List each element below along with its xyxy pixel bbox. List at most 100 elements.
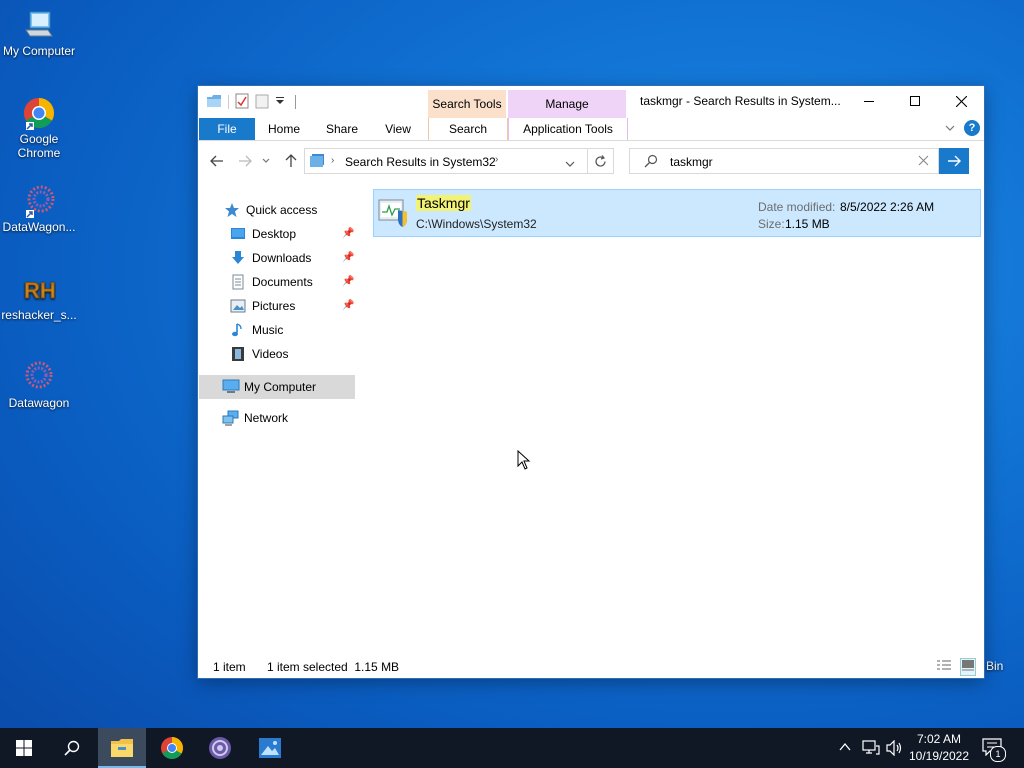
address-dropdown-button[interactable] xyxy=(565,157,575,171)
network-icon xyxy=(222,410,239,426)
status-bar: 1 item 1 item selected 1.15 MB xyxy=(198,656,984,678)
refresh-icon xyxy=(595,154,606,167)
tab-file[interactable]: File xyxy=(199,118,255,140)
separator xyxy=(228,95,229,109)
file-name: Taskmgr xyxy=(416,195,471,211)
search-input[interactable]: taskmgr xyxy=(670,155,713,169)
desktop-icon-label: reshacker_s... xyxy=(1,308,77,322)
tab-search-tools-header: Search Tools xyxy=(428,90,506,118)
properties-icon[interactable] xyxy=(235,93,249,112)
film-icon xyxy=(230,346,246,362)
taskbar-app[interactable] xyxy=(196,728,244,768)
nav-item-pictures[interactable]: Pictures xyxy=(230,295,295,317)
forward-button[interactable] xyxy=(236,152,254,170)
search-icon xyxy=(64,740,80,756)
nav-item-label: Pictures xyxy=(252,299,296,313)
desktop-icon-my-computer[interactable]: My Computer xyxy=(0,8,78,58)
nav-item-network[interactable]: Network xyxy=(222,407,288,429)
refresh-button[interactable] xyxy=(588,148,614,174)
taskbar: 7:02 AM 10/19/2022 1 xyxy=(0,728,1024,768)
desktop-icon-datawagon[interactable]: Datawagon xyxy=(0,360,78,410)
up-arrow-icon xyxy=(285,154,297,167)
tab-home[interactable]: Home xyxy=(260,118,308,140)
search-go-button[interactable] xyxy=(939,148,969,174)
nav-item-label: Documents xyxy=(252,275,313,289)
nav-item-label: Network xyxy=(244,411,289,425)
taskbar-photos[interactable] xyxy=(246,728,294,768)
file-list: Taskmgr C:\Windows\System32 Date modifie… xyxy=(372,189,984,659)
taskbar-file-explorer[interactable] xyxy=(98,728,146,768)
clear-search-button[interactable] xyxy=(918,155,929,169)
separator xyxy=(295,95,296,109)
navigation-bar: › Search Results in System32 › taskmgr xyxy=(198,146,984,176)
desktop-icon-google-chrome[interactable]: Google Chrome xyxy=(0,96,78,160)
clock[interactable]: 7:02 AM 10/19/2022 xyxy=(904,732,974,763)
nav-item-downloads[interactable]: Downloads xyxy=(230,247,311,269)
expand-ribbon-icon[interactable] xyxy=(944,122,958,136)
computer-icon xyxy=(222,379,240,395)
nav-item-my-computer[interactable]: My Computer xyxy=(222,376,316,398)
pin-icon[interactable]: 📌 xyxy=(342,253,354,263)
close-icon xyxy=(918,155,929,166)
folder-icon[interactable] xyxy=(206,94,222,111)
minimize-button[interactable] xyxy=(846,86,892,116)
pin-icon[interactable]: 📌 xyxy=(342,229,354,239)
pin-icon[interactable]: 📌 xyxy=(342,301,354,311)
list-item[interactable]: Taskmgr C:\Windows\System32 Date modifie… xyxy=(373,189,981,237)
start-button[interactable] xyxy=(0,728,48,768)
tab-view[interactable]: View xyxy=(374,118,422,140)
help-icon[interactable]: ? xyxy=(964,120,980,136)
forward-arrow-icon xyxy=(239,155,252,167)
address-bar[interactable]: › Search Results in System32 › xyxy=(304,148,588,174)
pin-icon[interactable]: 📌 xyxy=(342,277,354,287)
desktop-icon-reshacker[interactable]: RH reshacker_s... xyxy=(0,272,78,322)
large-icons-view-button[interactable] xyxy=(960,658,976,676)
search-button[interactable] xyxy=(48,728,96,768)
nav-item-label: Videos xyxy=(252,347,289,361)
search-box[interactable]: taskmgr xyxy=(629,148,939,174)
svg-text:RH: RH xyxy=(24,278,56,303)
nav-item-music[interactable]: Music xyxy=(230,319,283,341)
recent-locations-button[interactable] xyxy=(260,152,272,170)
size-value: 1.15 MB xyxy=(785,217,830,231)
tab-manage-header: Manage xyxy=(508,90,626,118)
desktop-icon-datawagon-shortcut[interactable]: DataWagon... xyxy=(0,184,78,234)
close-button[interactable] xyxy=(938,86,984,116)
back-button[interactable] xyxy=(208,152,226,170)
pictures-icon xyxy=(230,298,246,314)
reshacker-icon: RH xyxy=(22,272,57,306)
navigation-pane: Quick access Desktop 📌 Downloads 📌 Docum… xyxy=(198,192,358,662)
nav-item-quick-access[interactable]: Quick access xyxy=(224,199,317,221)
details-view-button[interactable] xyxy=(936,659,952,676)
search-icon xyxy=(644,154,658,171)
maximize-icon xyxy=(910,96,920,106)
network-status-button[interactable] xyxy=(862,740,880,759)
recycle-bin-label[interactable]: Bin xyxy=(986,659,1003,673)
tab-application-tools[interactable]: Application Tools xyxy=(508,118,628,140)
chrome-icon xyxy=(161,737,183,759)
tab-search[interactable]: Search xyxy=(428,118,508,140)
nav-item-documents[interactable]: Documents xyxy=(230,271,313,293)
customize-toolbar-icon[interactable] xyxy=(275,95,285,109)
datawagon-icon xyxy=(22,184,56,218)
action-center-button[interactable]: 1 xyxy=(982,738,1006,762)
tab-share[interactable]: Share xyxy=(318,118,366,140)
nav-item-label: My Computer xyxy=(244,380,317,394)
new-folder-icon[interactable] xyxy=(255,93,269,112)
taskbar-chrome[interactable] xyxy=(148,728,196,768)
up-button[interactable] xyxy=(282,152,300,170)
volume-button[interactable] xyxy=(886,739,904,759)
item-count: 1 item xyxy=(213,660,246,674)
maximize-button[interactable] xyxy=(892,86,938,116)
chevron-up-icon xyxy=(839,742,851,751)
document-icon xyxy=(230,274,246,290)
title-bar: Search Tools Manage taskmgr - Search Res… xyxy=(198,86,984,118)
nav-item-videos[interactable]: Videos xyxy=(230,343,288,365)
nav-item-desktop[interactable]: Desktop xyxy=(230,223,296,245)
desktop-icon-label: Datawagon xyxy=(8,396,70,410)
address-path[interactable]: Search Results in System32 xyxy=(345,155,496,169)
file-explorer-icon xyxy=(111,739,133,757)
size-label: Size: xyxy=(758,217,785,231)
nav-item-label: Music xyxy=(252,323,284,337)
show-hidden-icons-button[interactable] xyxy=(838,740,852,757)
